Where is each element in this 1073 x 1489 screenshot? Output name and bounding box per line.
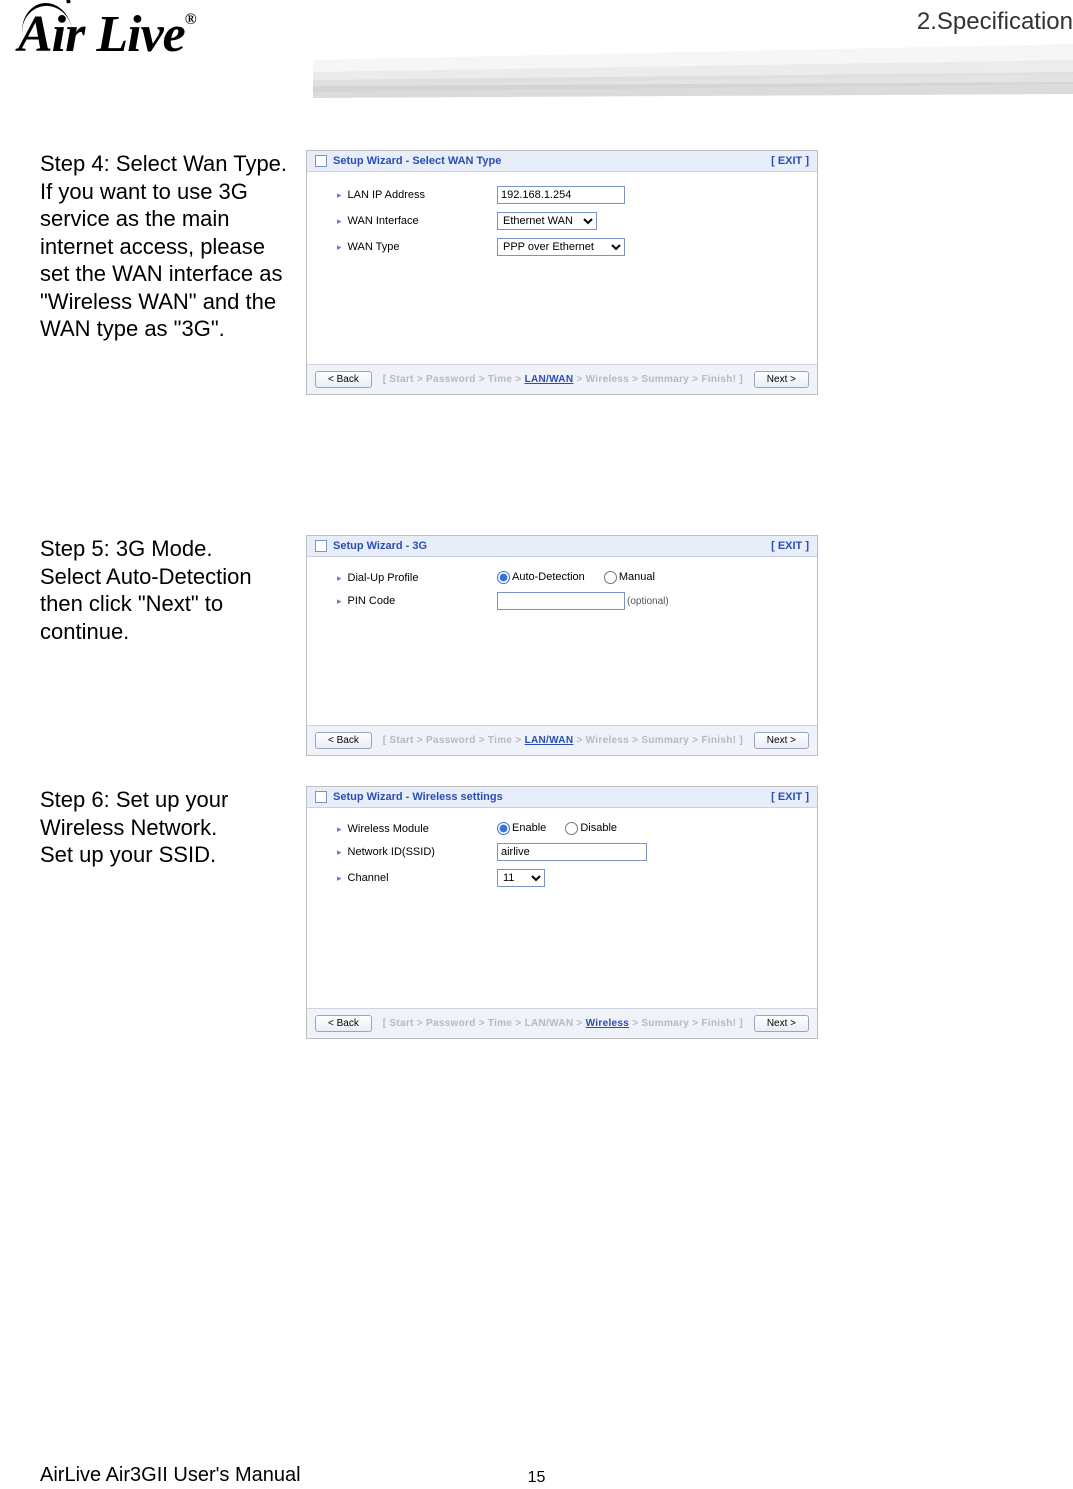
logo-registered: ® bbox=[185, 11, 196, 28]
manual-radio-label[interactable]: Manual bbox=[604, 571, 655, 583]
wizard-title: Setup Wizard - Wireless settings bbox=[333, 791, 503, 803]
back-button[interactable]: < Back bbox=[315, 732, 372, 749]
wizard-breadcrumb: [ Start > Password > Time > LAN/WAN > Wi… bbox=[383, 1018, 743, 1029]
pin-code-input[interactable] bbox=[497, 592, 625, 610]
step-6-body: Set up your SSID. bbox=[40, 842, 216, 867]
page-footer: AirLive Air3GII User's Manual 15 bbox=[0, 1464, 1073, 1489]
page-content: Step 4: Select Wan Type. If you want to … bbox=[0, 110, 1073, 1039]
exit-link[interactable]: [ EXIT ] bbox=[771, 540, 809, 552]
section-label: 2.Specification bbox=[917, 8, 1073, 36]
doc-icon bbox=[315, 791, 327, 803]
page-number: 15 bbox=[528, 1469, 546, 1487]
lan-ip-label: LAN IP Address bbox=[337, 189, 497, 201]
step-6-heading: Step 6: Set up your Wireless Network. bbox=[40, 786, 288, 841]
exit-link[interactable]: [ EXIT ] bbox=[771, 155, 809, 167]
ssid-input[interactable] bbox=[497, 843, 647, 861]
step-6-text: Step 6: Set up your Wireless Network. Se… bbox=[40, 786, 288, 1039]
step-5-body: Select Auto-Detection then click "Next" … bbox=[40, 564, 252, 644]
step-5-text: Step 5: 3G Mode. Select Auto-Detection t… bbox=[40, 535, 288, 756]
wizard-3g: Setup Wizard - 3G [ EXIT ] Dial-Up Profi… bbox=[306, 535, 818, 756]
exit-link[interactable]: [ EXIT ] bbox=[771, 791, 809, 803]
next-button[interactable]: Next > bbox=[754, 1015, 809, 1032]
step-5-heading: Step 5: 3G Mode. bbox=[40, 535, 288, 563]
step-4-text: Step 4: Select Wan Type. If you want to … bbox=[40, 150, 288, 395]
dialup-profile-label: Dial-Up Profile bbox=[337, 572, 497, 584]
page-header: 2.Specification Air Live® bbox=[0, 0, 1073, 110]
wizard-breadcrumb: [ Start > Password > Time > LAN/WAN > Wi… bbox=[383, 374, 743, 385]
step-6-row: Step 6: Set up your Wireless Network. Se… bbox=[40, 786, 1073, 1039]
wireless-module-label: Wireless Module bbox=[337, 823, 497, 835]
step-4-heading: Step 4: Select Wan Type. bbox=[40, 150, 288, 178]
step-4-row: Step 4: Select Wan Type. If you want to … bbox=[40, 150, 1073, 395]
wizard-breadcrumb: [ Start > Password > Time > LAN/WAN > Wi… bbox=[383, 735, 743, 746]
back-button[interactable]: < Back bbox=[315, 371, 372, 388]
channel-label: Channel bbox=[337, 872, 497, 884]
wizard-wan-type: Setup Wizard - Select WAN Type [ EXIT ] … bbox=[306, 150, 818, 395]
lan-ip-input[interactable] bbox=[497, 186, 625, 204]
ssid-label: Network ID(SSID) bbox=[337, 846, 497, 858]
step-4-body: If you want to use 3G service as the mai… bbox=[40, 179, 283, 342]
wan-type-select[interactable]: PPP over Ethernet bbox=[497, 238, 625, 256]
doc-icon bbox=[315, 540, 327, 552]
back-button[interactable]: < Back bbox=[315, 1015, 372, 1032]
disable-radio[interactable] bbox=[565, 822, 578, 835]
header-stripes-decor bbox=[313, 38, 1073, 108]
enable-radio-label[interactable]: Enable bbox=[497, 822, 546, 834]
manual-radio[interactable] bbox=[604, 571, 617, 584]
next-button[interactable]: Next > bbox=[754, 732, 809, 749]
manual-title: AirLive Air3GII User's Manual bbox=[40, 1464, 301, 1487]
airlive-logo: Air Live® bbox=[18, 5, 196, 64]
disable-radio-label[interactable]: Disable bbox=[565, 822, 617, 834]
step-5-row: Step 5: 3G Mode. Select Auto-Detection t… bbox=[40, 535, 1073, 756]
doc-icon bbox=[315, 155, 327, 167]
auto-detection-radio-label[interactable]: Auto-Detection bbox=[497, 571, 585, 583]
wan-interface-select[interactable]: Ethernet WAN bbox=[497, 212, 597, 230]
enable-radio[interactable] bbox=[497, 822, 510, 835]
wan-type-label: WAN Type bbox=[337, 241, 497, 253]
pin-code-label: PIN Code bbox=[337, 595, 497, 607]
wizard-title: Setup Wizard - Select WAN Type bbox=[333, 155, 501, 167]
pin-optional-note: (optional) bbox=[627, 596, 669, 607]
channel-select[interactable]: 11 bbox=[497, 869, 545, 887]
wizard-title: Setup Wizard - 3G bbox=[333, 540, 427, 552]
wan-interface-label: WAN Interface bbox=[337, 215, 497, 227]
auto-detection-radio[interactable] bbox=[497, 571, 510, 584]
next-button[interactable]: Next > bbox=[754, 371, 809, 388]
wizard-wireless: Setup Wizard - Wireless settings [ EXIT … bbox=[306, 786, 818, 1039]
